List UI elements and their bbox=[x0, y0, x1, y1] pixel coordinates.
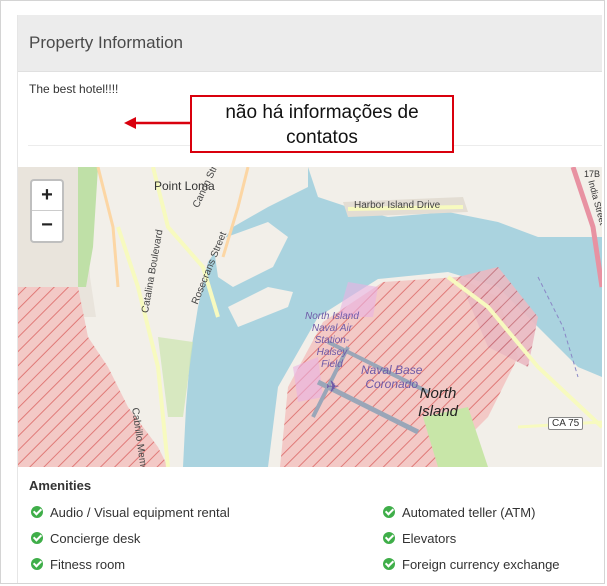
map-label-nasni: North Island Naval Air Station- Halsey F… bbox=[305, 311, 359, 371]
amenities-title: Amenities bbox=[29, 478, 92, 493]
panel-header: Property Information bbox=[18, 15, 602, 72]
amenity-item: Audio / Visual equipment rental bbox=[31, 505, 230, 520]
map-label-north-island: North Island bbox=[418, 385, 458, 421]
check-circle-icon bbox=[383, 558, 395, 570]
zoom-out-button[interactable]: − bbox=[32, 211, 62, 240]
airport-icon: ✈ bbox=[326, 379, 340, 396]
map-label-harbor-island: Harbor Island Drive bbox=[354, 200, 441, 211]
map[interactable]: + − Point Loma Canon Street Harbor Islan… bbox=[18, 167, 602, 467]
map-label-naval-base-2: Coronado bbox=[365, 377, 419, 391]
amenity-item: Fitness room bbox=[31, 557, 125, 572]
map-label-nasni-4: Halsey bbox=[316, 347, 348, 358]
map-label-naval-base: Naval Base Coronado bbox=[361, 363, 422, 391]
amenity-label: Audio / Visual equipment rental bbox=[50, 505, 230, 520]
check-circle-icon bbox=[31, 506, 43, 518]
check-circle-icon bbox=[383, 506, 395, 518]
panel-title: Property Information bbox=[29, 33, 184, 52]
amenity-label: Concierge desk bbox=[50, 531, 141, 546]
property-information-panel: Property Information The best hotel!!!! bbox=[17, 15, 602, 583]
map-label-north-island-2: Island bbox=[418, 403, 459, 420]
amenity-label: Foreign currency exchange bbox=[402, 557, 560, 572]
map-label-naval-base-1: Naval Base bbox=[361, 363, 423, 377]
amenity-item: Concierge desk bbox=[31, 531, 140, 546]
amenity-label: Elevators bbox=[402, 531, 457, 546]
check-circle-icon bbox=[383, 532, 395, 544]
amenity-label: Fitness room bbox=[50, 557, 126, 572]
amenity-item: Elevators bbox=[383, 531, 456, 546]
check-circle-icon bbox=[31, 558, 43, 570]
check-circle-icon bbox=[31, 532, 43, 544]
annotation-callout: não há informações de contatos bbox=[190, 95, 454, 153]
map-zoom-control: + − bbox=[30, 179, 64, 243]
amenity-item: Automated teller (ATM) bbox=[383, 505, 535, 520]
callout-line-2: contatos bbox=[286, 127, 358, 148]
map-label-nasni-5: Field bbox=[321, 359, 343, 370]
window-frame: Property Information The best hotel!!!! bbox=[0, 0, 605, 584]
map-label-nasni-1: North Island bbox=[305, 311, 359, 322]
amenity-label: Automated teller (ATM) bbox=[402, 505, 536, 520]
property-description: The best hotel!!!! bbox=[29, 82, 119, 96]
map-label-nasni-3: Station- bbox=[314, 335, 350, 346]
map-label-17b: 17B bbox=[584, 169, 601, 179]
callout-line-1: não há informações de bbox=[225, 102, 419, 123]
zoom-in-button[interactable]: + bbox=[32, 181, 62, 211]
map-label-nasni-2: Naval Air bbox=[311, 323, 353, 334]
map-label-north-island-1: North bbox=[419, 385, 457, 402]
amenity-item: Foreign currency exchange bbox=[383, 557, 560, 572]
annotation-arrow-icon bbox=[124, 117, 192, 129]
map-shield-ca75: CA 75 bbox=[548, 417, 584, 430]
